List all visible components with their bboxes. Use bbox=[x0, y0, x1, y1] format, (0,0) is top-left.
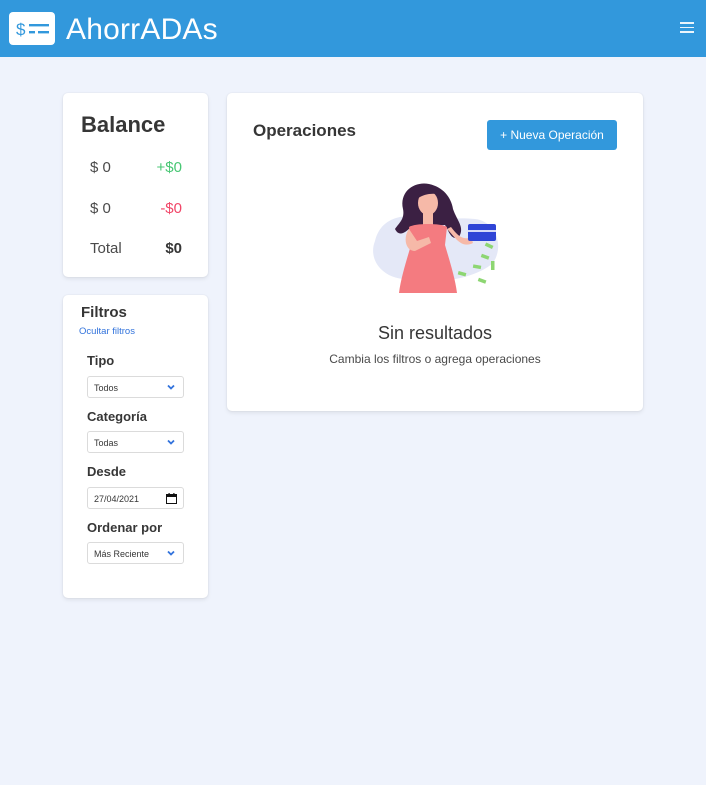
sort-value: Más Reciente bbox=[94, 549, 150, 559]
from-date-label: Desde bbox=[87, 464, 127, 479]
dollar-bill-icon[interactable]: $ bbox=[9, 12, 55, 45]
operations-title: Operaciones bbox=[253, 121, 356, 140]
top-navbar: $ AhorrADAs bbox=[0, 0, 706, 57]
expense-label: $ 0 bbox=[90, 200, 111, 217]
expense-value: -$0 bbox=[160, 200, 182, 217]
new-operation-button[interactable]: + Nueva Operación bbox=[487, 120, 617, 150]
empty-state-title: Sin resultados bbox=[377, 323, 493, 343]
category-filter-label: Categoría bbox=[87, 409, 147, 424]
chevron-down-icon bbox=[167, 384, 175, 390]
svg-text:$: $ bbox=[16, 20, 26, 39]
total-label: Total bbox=[90, 240, 122, 257]
app-title[interactable]: AhorrADAs bbox=[66, 12, 218, 48]
type-filter-value: Todos bbox=[94, 383, 119, 393]
type-filter-label: Tipo bbox=[87, 353, 115, 368]
balance-card: Balance bbox=[63, 93, 208, 277]
chevron-down-icon bbox=[167, 439, 175, 445]
chevron-down-icon bbox=[167, 550, 175, 556]
balance-title: Balance bbox=[81, 112, 166, 137]
from-date-value: 27/04/2021 bbox=[94, 494, 140, 504]
operations-card: Operaciones + Nueva Operación Sin result… bbox=[227, 93, 643, 411]
hide-filters-link[interactable]: Ocultar filtros bbox=[79, 326, 135, 337]
category-filter-select[interactable]: Todas bbox=[87, 431, 184, 453]
filters-card: Filtros Ocultar filtros Tipo Todos Categ… bbox=[63, 295, 208, 598]
category-filter-value: Todas bbox=[94, 438, 119, 448]
empty-state-subtitle: Cambia los filtros o agrega operaciones bbox=[329, 352, 541, 366]
woman-with-card-illustration bbox=[373, 183, 499, 293]
sort-select[interactable]: Más Reciente bbox=[87, 542, 184, 564]
income-value: +$0 bbox=[156, 159, 182, 176]
filters-title: Filtros bbox=[81, 304, 127, 321]
total-value: $0 bbox=[165, 240, 182, 257]
type-filter-select[interactable]: Todos bbox=[87, 376, 184, 398]
calendar-icon[interactable] bbox=[166, 493, 177, 504]
sort-label: Ordenar por bbox=[87, 520, 163, 535]
from-date-input[interactable]: 27/04/2021 bbox=[87, 487, 184, 509]
income-label: $ 0 bbox=[90, 159, 111, 176]
hamburger-menu-icon[interactable] bbox=[680, 22, 694, 34]
